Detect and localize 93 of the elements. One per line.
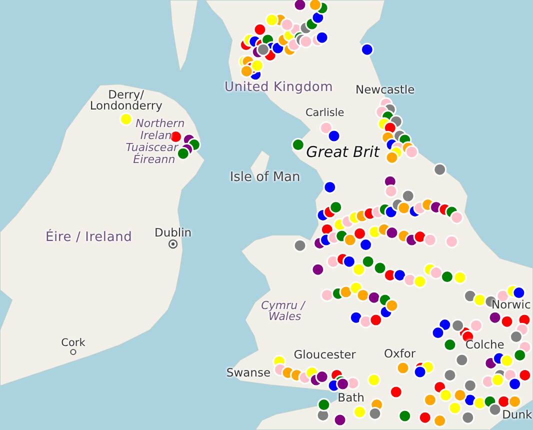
map-marker[interactable] [439,388,453,402]
map-marker[interactable] [265,13,279,27]
map-marker[interactable] [317,398,331,412]
map-marker[interactable] [509,330,523,344]
map-marker[interactable] [413,365,427,379]
map-marker[interactable] [440,270,454,284]
map-marker[interactable] [315,370,329,384]
map-marker[interactable] [353,405,367,419]
map-marker[interactable] [336,377,350,391]
map-marker[interactable] [319,121,333,135]
place-label: Norwic [491,298,531,312]
map-marker[interactable] [333,413,347,427]
place-label: Éireann [133,154,176,166]
place-label: Dublin [154,226,192,240]
map-marker[interactable] [367,373,381,387]
map-marker[interactable] [491,373,505,387]
map-marker[interactable] [423,393,437,407]
map-marker[interactable] [360,42,374,56]
map-marker[interactable] [311,262,325,276]
map-marker[interactable] [413,274,427,288]
map-marker[interactable] [512,286,526,300]
place-label: Tuaiscear [126,142,178,154]
map-marker[interactable] [423,233,437,247]
map-marker[interactable] [453,388,467,402]
place-label: Northern [136,118,185,130]
map-marker[interactable] [398,409,412,423]
map-marker[interactable] [429,266,443,280]
place-label: Dunk [502,408,532,422]
place-label: Swanse [226,366,271,380]
map-marker[interactable] [461,410,475,424]
map-marker[interactable] [308,0,322,12]
map-marker[interactable] [508,394,522,408]
map-marker[interactable] [293,0,307,12]
map-marker[interactable] [453,270,467,284]
map-marker[interactable] [339,285,353,299]
map-marker[interactable] [256,42,270,56]
map-marker[interactable] [469,318,483,332]
place-label: Gloucester [294,348,356,362]
map-marker[interactable] [450,210,464,224]
map-marker[interactable] [508,377,522,391]
place-label: Carlisle [305,108,344,120]
map-marker[interactable] [384,184,398,198]
map-marker[interactable] [500,354,514,368]
map-marker[interactable] [488,310,502,324]
map-marker[interactable] [373,261,387,275]
map-marker[interactable] [293,238,307,252]
place-label: Great Brit [306,144,380,160]
map-marker[interactable] [463,378,477,392]
map-marker[interactable] [361,254,375,268]
place-label: Wales [268,310,302,323]
map-marker[interactable] [323,180,337,194]
map-marker[interactable] [385,150,399,164]
place-label: United Kingdom [224,80,334,96]
map-marker[interactable] [315,30,329,44]
map-marker[interactable] [389,385,403,399]
place-label: Newcastle [355,84,415,97]
map-marker[interactable] [342,254,356,268]
map-marker[interactable] [369,313,383,327]
capital-city-icon [168,239,178,249]
map-marker[interactable] [448,401,462,415]
map-marker[interactable] [280,18,294,32]
map-marker[interactable] [327,129,341,143]
place-label: Cymru / [261,300,305,312]
place-label: Bath [338,392,364,405]
map-marker[interactable] [443,338,457,352]
map-marker[interactable] [433,162,447,176]
town-icon [70,348,76,356]
map-marker[interactable] [418,410,432,424]
map-marker[interactable] [119,112,133,126]
map-marker[interactable] [401,189,415,203]
map-marker[interactable] [518,368,532,382]
map-marker[interactable] [253,22,267,36]
map-marker[interactable] [250,58,264,72]
place-label: Irelan [140,130,172,142]
map-marker[interactable] [451,318,465,332]
map-marker[interactable] [291,138,305,152]
place-label: Éire / Ireland [46,230,132,245]
map-marker[interactable] [455,353,469,367]
map-marker[interactable] [500,314,514,328]
place-label: Londonderry [90,100,162,113]
place-label: Derry/ [108,88,144,102]
place-label: Cork [61,338,86,350]
map-marker[interactable] [431,326,445,340]
place-label: Isle of Man [230,170,300,185]
place-label: Oxfor [384,347,416,360]
map-marker[interactable] [445,234,459,248]
map-marker[interactable] [488,402,502,416]
map-marker[interactable] [443,368,457,382]
map-marker[interactable] [343,233,357,247]
map-marker[interactable] [368,406,382,420]
map-marker[interactable] [396,361,410,375]
place-label: Colche [465,338,504,352]
map-marker[interactable] [385,298,399,312]
